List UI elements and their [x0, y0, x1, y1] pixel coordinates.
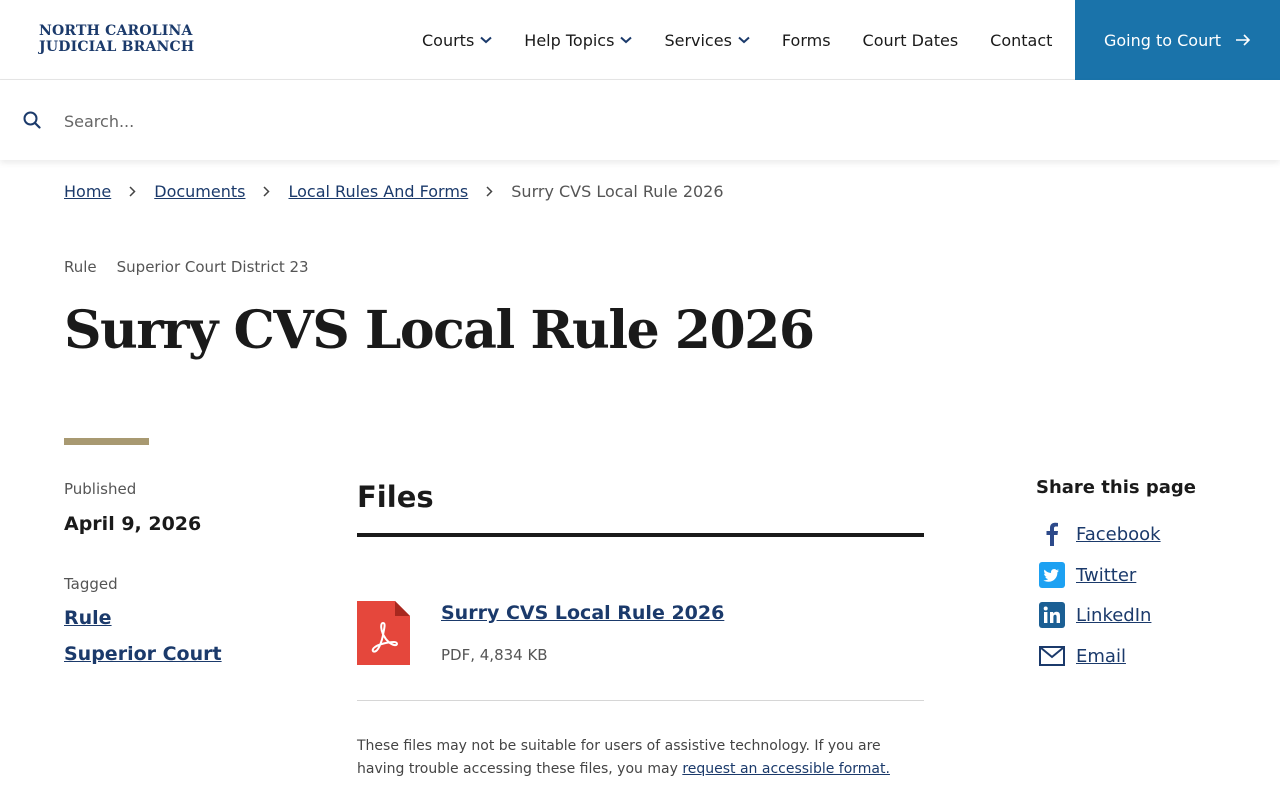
nav-item-label: Court Dates — [862, 30, 959, 50]
files-heading: Files — [357, 480, 434, 514]
breadcrumb: Home Documents Local Rules And Forms Sur… — [64, 182, 724, 201]
search-icon[interactable] — [23, 111, 41, 133]
search-bar — [0, 80, 1280, 160]
nav-item-label: Contact — [990, 30, 1053, 50]
chevron-right-icon — [486, 182, 493, 201]
chevron-right-icon — [129, 182, 136, 201]
file-info: PDF, 4,834 KB — [441, 646, 548, 664]
nav-item-label: Forms — [781, 30, 831, 50]
nav-item-contact[interactable]: Contact — [974, 31, 1068, 50]
nav-item-forms[interactable]: Forms — [766, 31, 847, 50]
files-divider-thick — [357, 533, 924, 537]
site-header: NORTH CAROLINA JUDICIAL BRANCH Courts He… — [0, 0, 1280, 80]
nav-item-services[interactable]: Services — [648, 31, 765, 50]
facebook-icon — [1038, 520, 1066, 548]
chevron-down-icon — [738, 36, 750, 44]
file-download-link[interactable]: Surry CVS Local Rule 2026 — [441, 602, 724, 624]
nav-item-court-dates[interactable]: Court Dates — [847, 31, 975, 50]
share-facebook[interactable]: Facebook — [1038, 520, 1161, 548]
share-email[interactable]: Email — [1038, 642, 1126, 670]
published-date: April 9, 2026 — [64, 513, 202, 535]
request-accessible-format-link[interactable]: request an accessible format. — [682, 761, 890, 777]
accent-bar — [64, 438, 149, 445]
tag-link-rule[interactable]: Rule — [64, 607, 112, 629]
nav-item-help-topics[interactable]: Help Topics — [508, 31, 648, 50]
nav-item-courts[interactable]: Courts — [406, 31, 508, 50]
site-logo[interactable]: NORTH CAROLINA JUDICIAL BRANCH — [39, 23, 194, 55]
court-district-tag: Superior Court District 23 — [116, 258, 309, 276]
accessibility-note: These files may not be suitable for user… — [357, 735, 924, 781]
chevron-down-icon — [620, 36, 633, 44]
breadcrumb-local-rules[interactable]: Local Rules And Forms — [288, 182, 468, 201]
document-type-tags: Rule Superior Court District 23 — [64, 258, 329, 276]
chevron-down-icon — [480, 36, 492, 44]
files-divider-thin — [357, 700, 924, 701]
going-to-court-button[interactable]: Going to Court — [1075, 0, 1280, 80]
twitter-icon — [1038, 561, 1066, 589]
share-twitter[interactable]: Twitter — [1038, 561, 1136, 589]
logo-line-1: NORTH CAROLINA — [39, 23, 193, 39]
page-title: Surry CVS Local Rule 2026 — [64, 300, 815, 361]
cta-label: Going to Court — [1103, 30, 1222, 50]
nav-item-label: Services — [664, 30, 732, 50]
email-icon — [1038, 642, 1066, 670]
tag-link-superior-court[interactable]: Superior Court — [64, 643, 222, 665]
published-label: Published — [64, 480, 137, 498]
tagged-label: Tagged — [64, 575, 118, 593]
search-input[interactable] — [56, 104, 956, 138]
share-label: Twitter — [1076, 564, 1137, 586]
chevron-right-icon — [263, 182, 271, 201]
main-nav: Courts Help Topics Services Forms Court … — [406, 0, 1068, 80]
breadcrumb-current: Surry CVS Local Rule 2026 — [511, 182, 724, 201]
doc-type-tag: Rule — [64, 258, 97, 276]
nav-item-label: Help Topics — [524, 30, 615, 50]
share-label: LinkedIn — [1076, 604, 1152, 626]
pdf-file-icon[interactable] — [357, 601, 410, 665]
share-label: Email — [1076, 645, 1126, 667]
share-heading: Share this page — [1036, 477, 1196, 498]
share-linkedin[interactable]: LinkedIn — [1038, 601, 1151, 629]
logo-line-2: JUDICIAL BRANCH — [39, 39, 195, 55]
arrow-right-icon — [1235, 34, 1251, 46]
nav-item-label: Courts — [422, 30, 475, 50]
share-label: Facebook — [1076, 523, 1161, 545]
linkedin-icon — [1038, 601, 1066, 629]
breadcrumb-documents[interactable]: Documents — [154, 182, 245, 201]
breadcrumb-home[interactable]: Home — [64, 182, 111, 201]
